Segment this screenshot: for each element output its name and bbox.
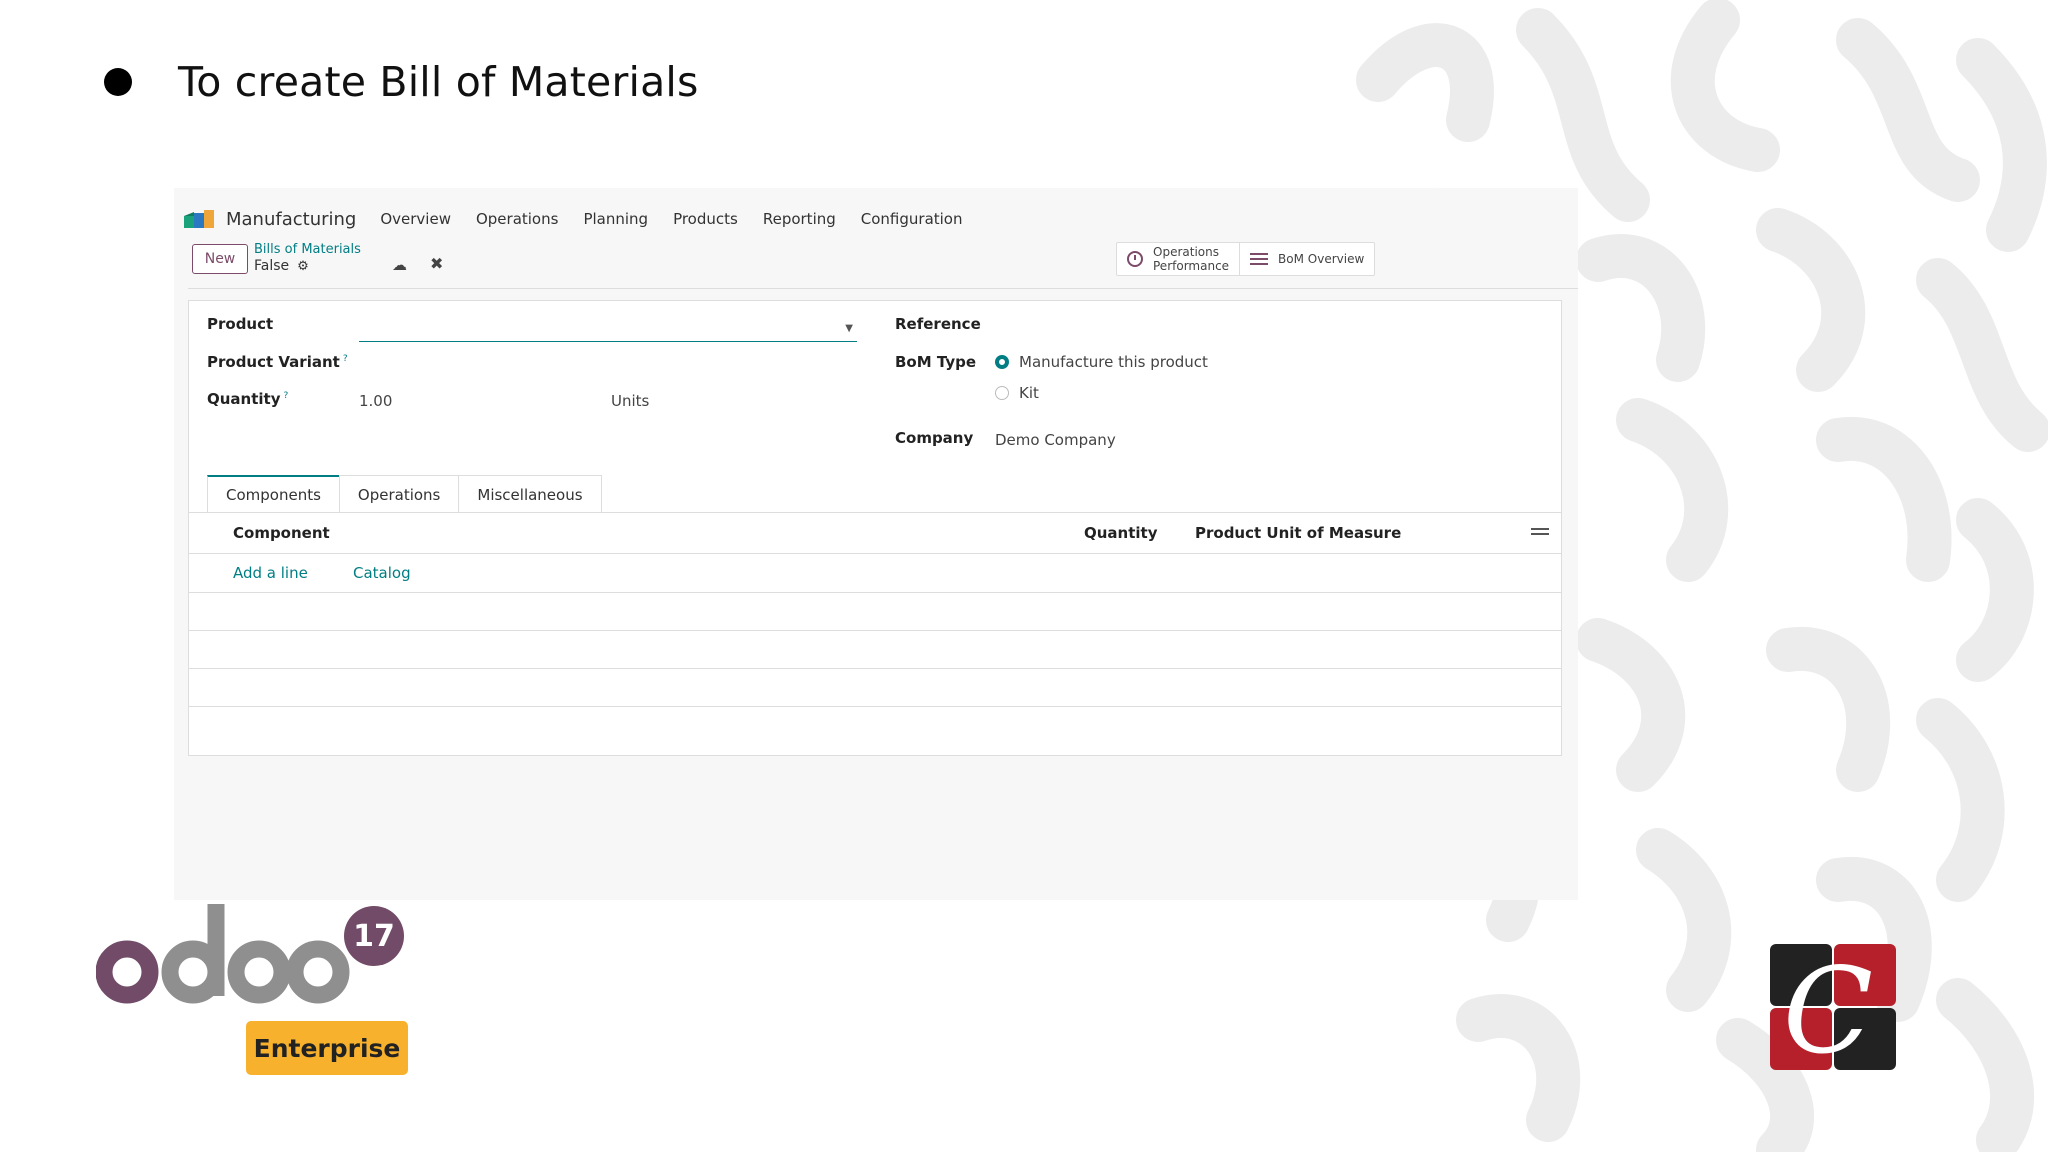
- bom-overview-button[interactable]: BoM Overview: [1239, 243, 1374, 275]
- bom-form-sheet: Product ▼ Product Variant? Quantity? 1.0…: [188, 300, 1562, 756]
- col-uom[interactable]: Product Unit of Measure: [1195, 524, 1401, 542]
- tab-components[interactable]: Components: [207, 475, 340, 513]
- top-navbar: Manufacturing Overview Operations Planni…: [184, 198, 988, 240]
- bullet-dot: [104, 68, 132, 96]
- catalog-link[interactable]: Catalog: [353, 564, 411, 582]
- quantity-label: Quantity?: [207, 390, 289, 408]
- bom-type-label: BoM Type: [895, 353, 977, 371]
- tab-operations[interactable]: Operations: [338, 475, 460, 513]
- ops-line1: Operations: [1153, 245, 1219, 259]
- odoo-screenshot: Manufacturing Overview Operations Planni…: [174, 188, 1578, 900]
- clock-icon: [1127, 251, 1143, 267]
- nav-operations[interactable]: Operations: [476, 210, 558, 228]
- quantity-value[interactable]: 1.00: [359, 392, 392, 410]
- slide-heading: To create Bill of Materials: [104, 58, 699, 106]
- slide-title: To create Bill of Materials: [178, 58, 699, 106]
- product-variant-label: Product Variant?: [207, 353, 348, 371]
- operations-performance-button[interactable]: Operations Performance: [1117, 243, 1239, 275]
- radio-kit[interactable]: Kit: [995, 384, 1039, 402]
- radio-manufacture[interactable]: Manufacture this product: [995, 353, 1208, 371]
- table-row: [189, 593, 1561, 631]
- col-component[interactable]: Component: [233, 524, 330, 542]
- svg-text:C: C: [1783, 944, 1873, 1070]
- ops-line2: Performance: [1153, 259, 1230, 273]
- bom-overview-label: BoM Overview: [1278, 252, 1365, 266]
- reference-label: Reference: [895, 315, 981, 333]
- divider: [188, 288, 1578, 289]
- tab-miscellaneous[interactable]: Miscellaneous: [458, 475, 602, 513]
- col-quantity[interactable]: Quantity: [1084, 524, 1158, 542]
- table-row: [189, 631, 1561, 669]
- optional-columns-icon[interactable]: [1531, 525, 1549, 538]
- help-icon[interactable]: ?: [343, 354, 348, 364]
- product-input[interactable]: ▼: [359, 313, 857, 342]
- version-badge: 17: [353, 919, 395, 954]
- table-row: Add a line Catalog: [189, 554, 1561, 593]
- radio-selected-icon[interactable]: [995, 355, 1009, 369]
- gear-icon[interactable]: ⚙: [297, 259, 309, 274]
- table-row: [189, 669, 1561, 707]
- enterprise-badge: Enterprise: [246, 1021, 408, 1075]
- nav-configuration[interactable]: Configuration: [861, 210, 963, 228]
- app-name[interactable]: Manufacturing: [226, 209, 356, 230]
- components-table-header: Component Quantity Product Unit of Measu…: [189, 513, 1561, 554]
- discard-icon[interactable]: ✖: [430, 254, 443, 273]
- uom-value[interactable]: Units: [611, 392, 649, 410]
- manufacturing-app-icon: [184, 210, 214, 228]
- menu-icon: [1250, 250, 1269, 268]
- control-panel: New Bills of Materials False ⚙ ☁ ✖ Opera…: [188, 240, 1578, 280]
- radio-empty-icon[interactable]: [995, 386, 1009, 400]
- new-button[interactable]: New: [192, 244, 248, 274]
- nav-overview[interactable]: Overview: [380, 210, 451, 228]
- company-label: Company: [895, 429, 974, 447]
- notebook-tabs: Components Operations Miscellaneous: [207, 475, 602, 513]
- add-a-line-link[interactable]: Add a line: [233, 564, 308, 582]
- caret-down-icon[interactable]: ▼: [845, 323, 853, 334]
- nav-planning[interactable]: Planning: [583, 210, 648, 228]
- help-icon[interactable]: ?: [284, 391, 289, 401]
- record-name: False: [254, 258, 290, 274]
- save-cloud-icon[interactable]: ☁: [392, 256, 407, 274]
- smart-buttons: Operations Performance BoM Overview: [1116, 242, 1376, 276]
- breadcrumb-record: False ⚙: [254, 258, 309, 274]
- company-logo: C: [1770, 944, 1896, 1070]
- product-label: Product: [207, 315, 274, 333]
- nav-products[interactable]: Products: [673, 210, 738, 228]
- breadcrumb-bills-of-materials[interactable]: Bills of Materials: [254, 242, 361, 257]
- company-value[interactable]: Demo Company: [995, 431, 1116, 449]
- nav-reporting[interactable]: Reporting: [763, 210, 836, 228]
